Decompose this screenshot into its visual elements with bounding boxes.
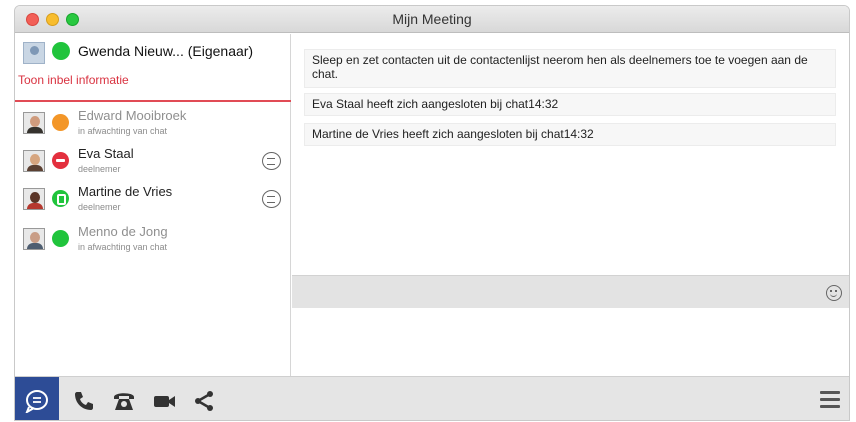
chat-message: Martine de Vries heeft zich aangesloten … xyxy=(304,123,836,146)
owner-avatar xyxy=(23,42,45,64)
avatar xyxy=(23,188,45,210)
owner-row: Gwenda Nieuw... (Eigenaar) Toon inbel in… xyxy=(15,34,291,102)
chat-icon xyxy=(25,390,48,413)
share-icon xyxy=(195,391,213,411)
video-icon xyxy=(154,396,175,407)
show-dial-info-link[interactable]: Toon inbel informatie xyxy=(18,73,129,87)
participant-row[interactable]: Menno de Jong in afwachting van chat xyxy=(15,220,291,258)
chat-panel: Sleep en zet contacten uit de contactenl… xyxy=(292,34,849,376)
avatar xyxy=(23,112,45,134)
chat-bubble-icon[interactable] xyxy=(262,190,281,208)
desk-phone-button[interactable] xyxy=(103,377,143,420)
participant-row[interactable]: Eva Staal deelnemer xyxy=(15,142,291,180)
avatar xyxy=(23,150,45,172)
message-input[interactable] xyxy=(292,309,849,376)
participant-row[interactable]: Edward Mooibroek in afwachting van chat xyxy=(15,104,291,142)
waiting-status-icon xyxy=(52,114,69,131)
emoji-icon[interactable] xyxy=(826,285,842,301)
participant-name: Martine de Vries xyxy=(78,184,173,199)
owner-status-icon xyxy=(52,42,70,60)
participants-panel: Gwenda Nieuw... (Eigenaar) Toon inbel in… xyxy=(15,34,291,376)
chat-message: Eva Staal heeft zich aangesloten bij cha… xyxy=(304,93,836,116)
participant-status: deelnemer xyxy=(78,164,121,174)
message-input-bar xyxy=(292,275,849,308)
menu-icon[interactable] xyxy=(820,391,840,409)
video-button[interactable] xyxy=(143,377,183,420)
phone-icon xyxy=(75,392,93,410)
app-window: Mijn Meeting Gwenda Nieuw... (Eigenaar) … xyxy=(14,5,850,421)
participant-status: in afwachting van chat xyxy=(78,242,168,252)
participant-row[interactable]: Martine de Vries deelnemer xyxy=(15,180,291,218)
window-title: Mijn Meeting xyxy=(392,11,472,27)
available-status-icon xyxy=(52,230,69,247)
chat-bubble-icon[interactable] xyxy=(262,152,281,170)
participant-status: deelnemer xyxy=(78,202,121,212)
desk-phone-icon xyxy=(114,393,134,410)
participant-status: in afwachting van chat xyxy=(78,126,168,136)
bottom-toolbar xyxy=(15,376,849,420)
on-call-status-icon xyxy=(52,190,69,207)
chat-button[interactable] xyxy=(15,377,59,420)
owner-name: Gwenda Nieuw... (Eigenaar) xyxy=(78,43,254,59)
avatar xyxy=(23,228,45,250)
chat-message: Sleep en zet contacten uit de contactenl… xyxy=(304,49,836,88)
participant-name: Edward Mooibroek xyxy=(78,108,187,123)
participant-name: Menno de Jong xyxy=(78,224,168,239)
participant-name: Eva Staal xyxy=(78,146,134,161)
share-button[interactable] xyxy=(183,377,223,420)
busy-status-icon xyxy=(52,152,69,169)
title-bar[interactable]: Mijn Meeting xyxy=(15,6,849,33)
call-button[interactable] xyxy=(63,377,103,420)
